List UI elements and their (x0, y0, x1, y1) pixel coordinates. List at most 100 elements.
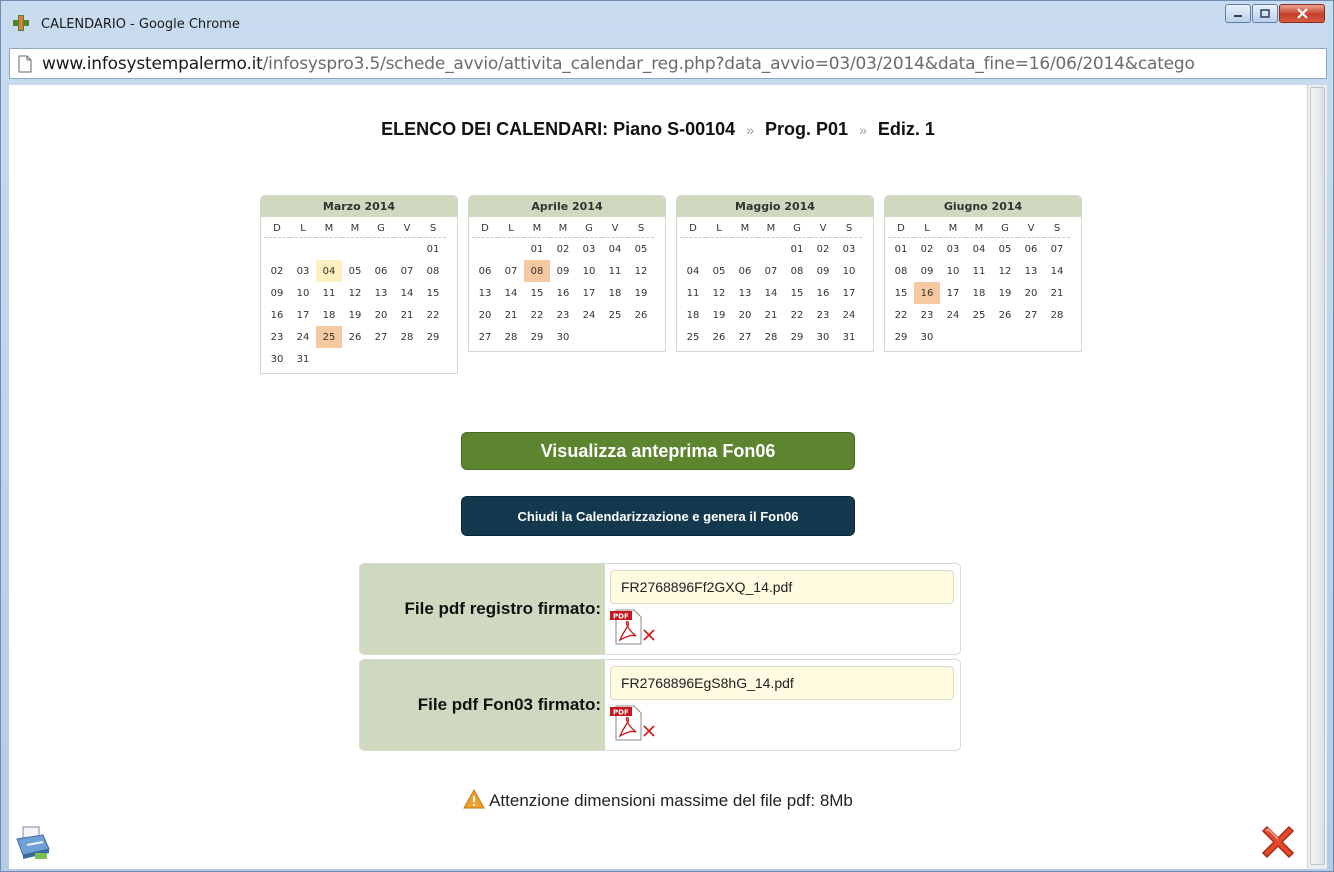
calendar-day[interactable]: 22 (784, 304, 810, 326)
calendar-day[interactable]: 22 (524, 304, 550, 326)
calendar-day[interactable]: 23 (264, 326, 290, 348)
calendar-day[interactable]: 22 (888, 304, 914, 326)
calendar-day[interactable]: 04 (680, 260, 706, 282)
calendar-day[interactable]: 30 (810, 326, 836, 348)
calendar-day[interactable]: 14 (758, 282, 784, 304)
calendar-day[interactable]: 08 (888, 260, 914, 282)
calendar-day[interactable]: 29 (524, 326, 550, 348)
calendar-day[interactable]: 30 (550, 326, 576, 348)
calendar-day[interactable]: 18 (602, 282, 628, 304)
minimize-button[interactable] (1225, 4, 1251, 23)
calendar-day[interactable]: 09 (914, 260, 940, 282)
file-field[interactable]: FR2768896EgS8hG_14.pdf (610, 666, 954, 700)
calendar-day[interactable]: 11 (680, 282, 706, 304)
calendar-day[interactable]: 08 (784, 260, 810, 282)
calendar-day[interactable]: 25 (680, 326, 706, 348)
calendar-day[interactable]: 20 (732, 304, 758, 326)
calendar-day[interactable]: 16 (810, 282, 836, 304)
calendar-day[interactable]: 08 (524, 260, 550, 282)
calendar-day[interactable]: 15 (888, 282, 914, 304)
calendar-day[interactable]: 09 (810, 260, 836, 282)
calendar-day[interactable]: 11 (316, 282, 342, 304)
calendar-day[interactable]: 29 (888, 326, 914, 348)
calendar-day[interactable]: 23 (810, 304, 836, 326)
calendar-day[interactable]: 13 (472, 282, 498, 304)
calendar-day[interactable]: 28 (1044, 304, 1070, 326)
calendar-day[interactable]: 09 (550, 260, 576, 282)
calendar-day[interactable]: 23 (914, 304, 940, 326)
calendar-day[interactable]: 19 (706, 304, 732, 326)
calendar-day[interactable]: 17 (836, 282, 862, 304)
calendar-day[interactable]: 19 (992, 282, 1018, 304)
calendar-day[interactable]: 12 (992, 260, 1018, 282)
calendar-day[interactable]: 04 (316, 260, 342, 282)
calendar-day[interactable]: 27 (368, 326, 394, 348)
calendar-day[interactable]: 07 (758, 260, 784, 282)
calendar-day[interactable]: 17 (576, 282, 602, 304)
calendar-day[interactable]: 16 (264, 304, 290, 326)
calendar-day[interactable]: 10 (576, 260, 602, 282)
calendar-day[interactable]: 02 (914, 238, 940, 261)
calendar-day[interactable]: 04 (966, 238, 992, 261)
calendar-day[interactable]: 09 (264, 282, 290, 304)
calendar-day[interactable]: 28 (498, 326, 524, 348)
calendar-day[interactable]: 31 (836, 326, 862, 348)
calendar-day[interactable]: 10 (290, 282, 316, 304)
calendar-day[interactable]: 01 (784, 238, 810, 261)
calendar-day[interactable]: 24 (576, 304, 602, 326)
calendar-day[interactable]: 25 (966, 304, 992, 326)
calendar-day[interactable]: 04 (602, 238, 628, 261)
calendar-day[interactable]: 03 (576, 238, 602, 261)
pdf-icon[interactable]: PDF (610, 704, 644, 742)
calendar-day[interactable]: 12 (342, 282, 368, 304)
calendar-day[interactable]: 06 (368, 260, 394, 282)
calendar-day[interactable]: 05 (342, 260, 368, 282)
calendar-day[interactable]: 07 (394, 260, 420, 282)
calendar-day[interactable]: 19 (628, 282, 654, 304)
calendar-day[interactable]: 06 (1018, 238, 1044, 261)
calendar-day[interactable]: 25 (602, 304, 628, 326)
calendar-day[interactable]: 18 (680, 304, 706, 326)
calendar-day[interactable]: 24 (290, 326, 316, 348)
calendar-day[interactable]: 06 (732, 260, 758, 282)
calendar-day[interactable]: 07 (1044, 238, 1070, 261)
close-icon[interactable] (1257, 821, 1299, 863)
calendar-day[interactable]: 01 (888, 238, 914, 261)
calendar-day[interactable]: 20 (1018, 282, 1044, 304)
calendar-day[interactable]: 25 (316, 326, 342, 348)
calendar-day[interactable]: 23 (550, 304, 576, 326)
calendar-day[interactable]: 13 (368, 282, 394, 304)
calendar-day[interactable]: 16 (914, 282, 940, 304)
calendar-day[interactable]: 27 (1018, 304, 1044, 326)
calendar-day[interactable]: 15 (784, 282, 810, 304)
calendar-day[interactable]: 29 (420, 326, 446, 348)
calendar-day[interactable]: 12 (628, 260, 654, 282)
file-field[interactable]: FR2768896Ff2GXQ_14.pdf (610, 570, 954, 604)
calendar-day[interactable]: 12 (706, 282, 732, 304)
calendar-day[interactable]: 03 (940, 238, 966, 261)
calendar-day[interactable]: 13 (732, 282, 758, 304)
calendar-day[interactable]: 14 (498, 282, 524, 304)
calendar-day[interactable]: 01 (420, 238, 446, 261)
calendar-day[interactable]: 18 (316, 304, 342, 326)
calendar-day[interactable]: 06 (472, 260, 498, 282)
preview-fon06-button[interactable]: Visualizza anteprima Fon06 (461, 432, 855, 470)
address-bar[interactable]: www.infosystempalermo.it/infosyspro3.5/s… (9, 48, 1327, 79)
calendar-day[interactable]: 29 (784, 326, 810, 348)
calendar-day[interactable]: 28 (394, 326, 420, 348)
calendar-day[interactable]: 17 (290, 304, 316, 326)
calendar-day[interactable]: 20 (368, 304, 394, 326)
calendar-day[interactable]: 26 (706, 326, 732, 348)
calendar-day[interactable]: 05 (992, 238, 1018, 261)
calendar-day[interactable]: 24 (836, 304, 862, 326)
calendar-day[interactable]: 19 (342, 304, 368, 326)
calendar-day[interactable]: 15 (420, 282, 446, 304)
calendar-day[interactable]: 03 (290, 260, 316, 282)
pdf-icon[interactable]: PDF (610, 608, 644, 646)
close-generate-fon06-button[interactable]: Chiudi la Calendarizzazione e genera il … (461, 496, 855, 536)
calendar-day[interactable]: 26 (628, 304, 654, 326)
delete-file-icon[interactable] (642, 724, 656, 738)
scrollbar-thumb[interactable] (1310, 87, 1325, 865)
calendar-day[interactable]: 21 (758, 304, 784, 326)
calendar-day[interactable]: 13 (1018, 260, 1044, 282)
